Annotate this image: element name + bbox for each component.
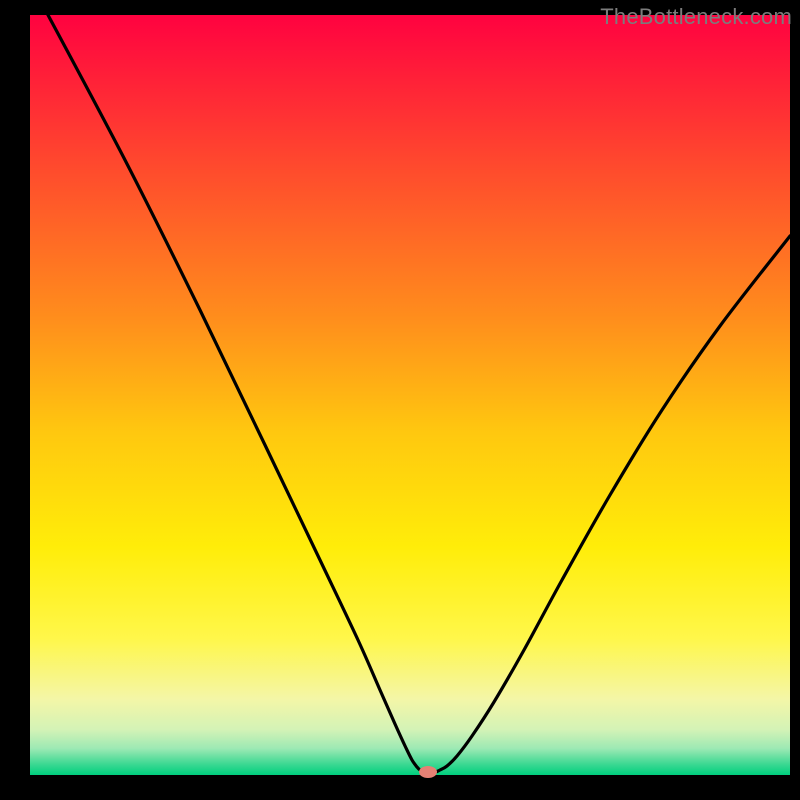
optimal-point-marker xyxy=(419,766,437,778)
bottleneck-chart: TheBottleneck.com xyxy=(0,0,800,800)
plot-area xyxy=(30,15,790,775)
chart-svg xyxy=(0,0,800,800)
attribution-label: TheBottleneck.com xyxy=(600,4,792,30)
